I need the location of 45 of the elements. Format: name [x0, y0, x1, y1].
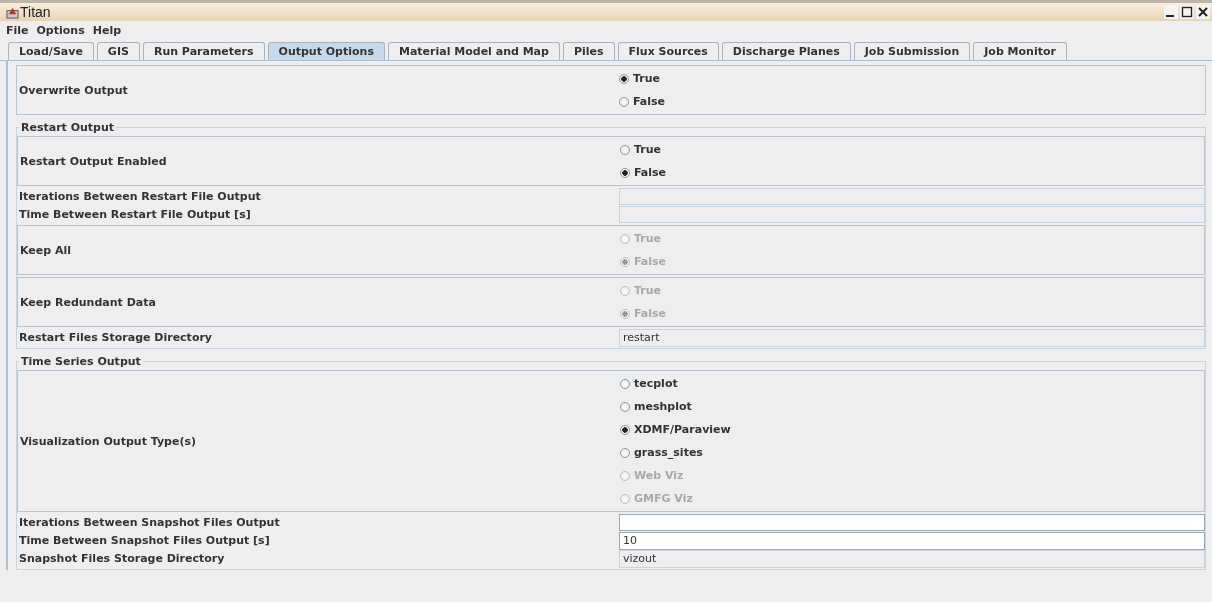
row-label: Time Between Restart File Output [s]	[18, 207, 252, 221]
menu-item[interactable]: Help	[92, 24, 122, 37]
row-label: Keep Redundant Data	[19, 295, 157, 309]
tab[interactable]: Load/Save	[8, 42, 94, 60]
app-icon	[6, 5, 19, 19]
row-label: Restart Files Storage Directory	[18, 331, 214, 344]
input-field[interactable]: 10	[619, 532, 1205, 550]
row-label: Overwrite Output	[18, 83, 129, 97]
radio-option[interactable]: XDMF/Paraview	[620, 418, 1204, 441]
close-icon[interactable]	[1196, 5, 1210, 19]
radio-option[interactable]: grass_sites	[620, 441, 1204, 464]
input-field[interactable]	[619, 188, 1205, 205]
minimize-icon[interactable]	[1164, 5, 1178, 19]
radio-option[interactable]: False	[619, 90, 1205, 113]
input-field[interactable]: restart	[619, 329, 1205, 347]
row-label: Iterations Between Snapshot Files Output	[18, 515, 281, 529]
row-label: Keep All	[19, 243, 72, 257]
maximize-icon[interactable]	[1180, 5, 1194, 19]
input-field[interactable]: vizout	[619, 550, 1205, 568]
row-label: Snapshot Files Storage Directory	[18, 552, 226, 565]
tab[interactable]: Material Model and Map	[387, 42, 560, 60]
tab[interactable]: Discharge Planes	[721, 42, 851, 60]
window-title: Titan	[20, 4, 51, 20]
tab[interactable]: Run Parameters	[142, 42, 265, 60]
row-label: Restart Output Enabled	[19, 154, 168, 168]
section-title: Time Series Output	[20, 355, 142, 368]
row-label: Iterations Between Restart File Output	[18, 189, 262, 203]
radio-option[interactable]: False	[620, 161, 1204, 184]
row-label: Visualization Output Type(s)	[19, 434, 198, 448]
radio-option[interactable]: meshplot	[620, 395, 1204, 418]
tab[interactable]: Flux Sources	[617, 42, 719, 60]
radio-option[interactable]: True	[620, 138, 1204, 161]
tab[interactable]: GIS	[96, 42, 140, 60]
menu-item[interactable]: Options	[36, 24, 85, 37]
tab[interactable]: Job Monitor	[973, 42, 1067, 60]
section-title: Restart Output	[20, 121, 116, 134]
tab[interactable]: Piles	[562, 42, 615, 60]
row-label: Time Between Snapshot Files Output [s]	[18, 534, 271, 547]
radio-option[interactable]: tecplot	[620, 372, 1204, 395]
tab[interactable]: Output Options	[267, 42, 385, 60]
input-field[interactable]	[619, 514, 1205, 531]
input-field[interactable]	[619, 206, 1205, 223]
menu-item[interactable]: File	[6, 24, 29, 37]
tab[interactable]: Job Submission	[853, 42, 971, 60]
radio-option[interactable]: True	[619, 67, 1205, 90]
